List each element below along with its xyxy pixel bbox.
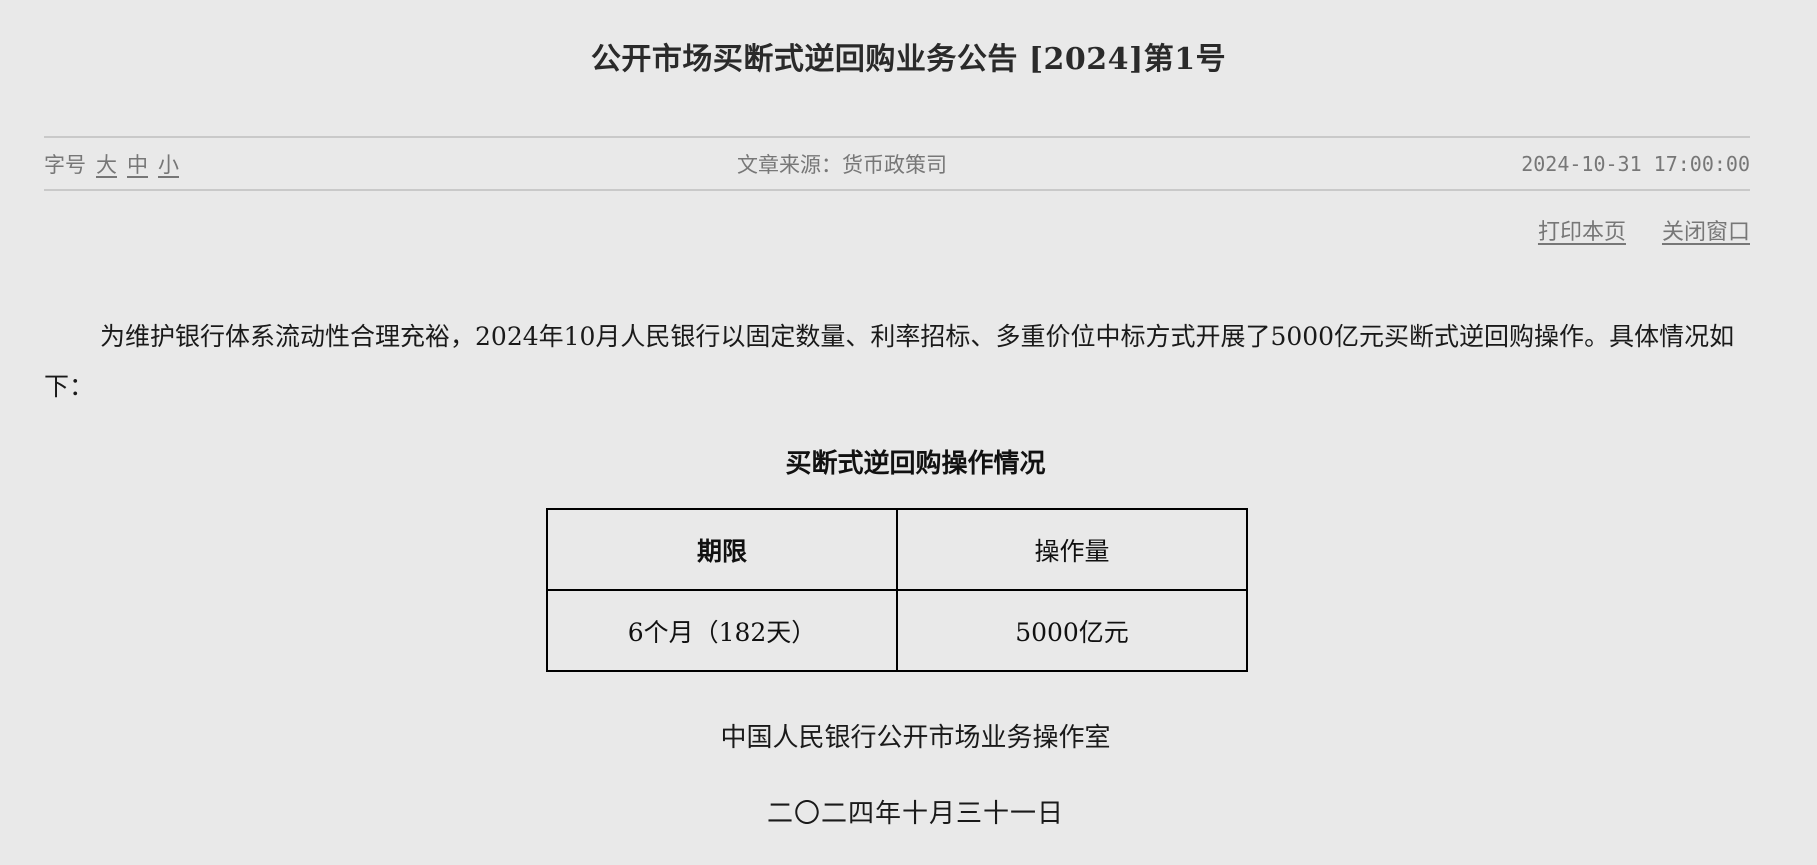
operations-table: 期限 操作量 6个月（182天） 5000亿元 xyxy=(546,508,1248,672)
cell-volume: 5000亿元 xyxy=(896,589,1248,672)
font-size-large-link[interactable]: 大 xyxy=(96,149,117,179)
table-header-row: 期限 操作量 xyxy=(546,508,1248,591)
article-meta-bar: 字号 大 中 小 文章来源：货币政策司 2024-10-31 17:00:00 xyxy=(44,136,1750,191)
article-source: 文章来源：货币政策司 xyxy=(737,152,947,177)
font-size-label: 字号 xyxy=(44,152,86,177)
header-term: 期限 xyxy=(546,508,898,591)
header-volume: 操作量 xyxy=(896,508,1248,591)
font-size-control: 字号 大 中 小 xyxy=(44,149,179,179)
table-caption: 买断式逆回购操作情况 xyxy=(785,449,1046,479)
page-actions: 打印本页 关闭窗口 xyxy=(1538,214,1750,246)
publish-datetime: 2024-10-31 17:00:00 xyxy=(1521,151,1750,176)
signature-date: 二〇二四年十月三十一日 xyxy=(766,799,1064,829)
print-page-link[interactable]: 打印本页 xyxy=(1538,214,1626,246)
table-row: 6个月（182天） 5000亿元 xyxy=(546,589,1248,672)
cell-term: 6个月（182天） xyxy=(546,589,898,672)
font-size-medium-link[interactable]: 中 xyxy=(127,149,148,179)
page-title: 公开市场买断式逆回购业务公告 [2024]第1号 xyxy=(590,42,1227,77)
font-size-small-link[interactable]: 小 xyxy=(158,149,179,179)
close-window-link[interactable]: 关闭窗口 xyxy=(1662,214,1750,246)
signature-organization: 中国人民银行公开市场业务操作室 xyxy=(720,723,1111,753)
announcement-paragraph: 为维护银行体系流动性合理充裕，2024年10月人民银行以固定数量、利率招标、多重… xyxy=(44,322,1735,401)
